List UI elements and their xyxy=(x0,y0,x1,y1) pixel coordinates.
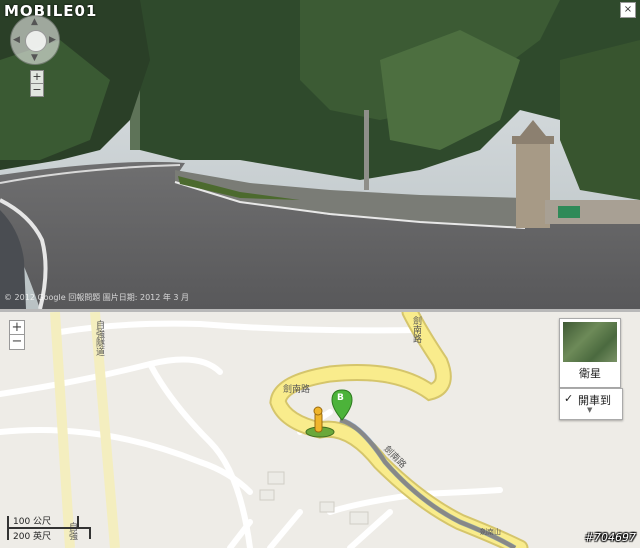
satellite-label[interactable]: 衛星 xyxy=(560,365,620,381)
marker-b-label[interactable]: B xyxy=(337,393,344,403)
dropdown-arrow-icon[interactable]: ▼ xyxy=(587,406,592,414)
map-panel[interactable]: + − B 劍南路 劍南路 自強隧道 劍南路 劍南山 自強 衛星 ✓ 開車到 ▼… xyxy=(0,312,640,548)
map-scale: 100 公尺 200 英尺 xyxy=(5,512,91,546)
pan-up-icon[interactable]: ▲ xyxy=(31,17,38,27)
map-road-label: 自強隧道 xyxy=(94,320,104,356)
satellite-toggle[interactable]: 衛星 xyxy=(559,318,621,388)
street-zoom-out-button[interactable]: − xyxy=(30,83,44,97)
satellite-thumbnail[interactable] xyxy=(563,322,617,362)
scale-metric-label: 100 公尺 xyxy=(13,517,52,527)
close-icon[interactable]: × xyxy=(620,2,636,18)
street-copyright: © 2012 Google 回報問題 圖片日期: 2012 年 3 月 xyxy=(4,293,190,302)
map-road-label: 劍南路 xyxy=(283,385,311,395)
driving-label[interactable]: 開車到 xyxy=(578,392,611,408)
check-icon: ✓ xyxy=(564,392,574,405)
map-road-label: 劍南路 xyxy=(411,316,421,343)
mobile01-logo: MOBILE01 xyxy=(4,2,98,20)
map-place-label: 劍南山 xyxy=(480,528,501,536)
street-view-panorama[interactable]: MOBILE01 ▲ ▼ ◀ ▶ + − × © 2012 Google 回報問… xyxy=(0,0,640,309)
driving-directions-button[interactable]: ✓ 開車到 ▼ xyxy=(559,388,623,420)
pan-center-icon[interactable] xyxy=(25,30,47,52)
map-zoom-out-button[interactable]: − xyxy=(9,334,25,350)
pan-left-icon[interactable]: ◀ xyxy=(13,35,20,45)
pan-down-icon[interactable]: ▼ xyxy=(31,53,38,63)
pan-right-icon[interactable]: ▶ xyxy=(49,35,56,45)
watermark: #704697 xyxy=(584,531,636,544)
pan-control[interactable]: ▲ ▼ ◀ ▶ xyxy=(10,15,60,65)
street-zoom-in-button[interactable]: + xyxy=(30,70,44,84)
scale-imperial-label: 200 英尺 xyxy=(13,532,52,542)
